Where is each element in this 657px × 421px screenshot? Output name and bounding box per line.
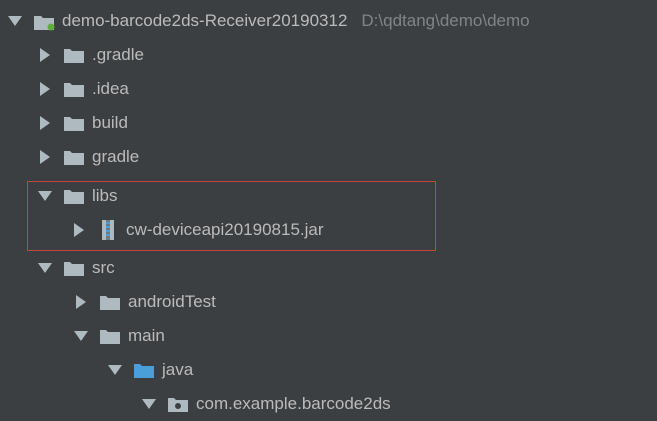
folder-icon bbox=[64, 150, 84, 165]
folder-icon bbox=[64, 261, 84, 276]
folder-icon bbox=[64, 116, 84, 131]
tree-item-label: .gradle bbox=[92, 45, 144, 64]
chevron-down-icon[interactable] bbox=[36, 190, 54, 202]
tree-row-gradle[interactable]: gradle bbox=[0, 140, 657, 174]
source-folder-icon bbox=[134, 363, 154, 378]
tree-row-libs[interactable]: libs bbox=[0, 179, 657, 213]
tree-item-label: com.example.barcode2ds bbox=[196, 394, 391, 413]
folder-icon bbox=[100, 295, 120, 310]
tree-row-package[interactable]: com.example.barcode2ds bbox=[0, 387, 657, 421]
chevron-right-icon[interactable] bbox=[36, 48, 54, 62]
chevron-down-icon[interactable] bbox=[36, 262, 54, 274]
project-tree: demo-barcode2ds-Receiver20190312 D:\qdta… bbox=[0, 0, 657, 421]
tree-row-root[interactable]: demo-barcode2ds-Receiver20190312 D:\qdta… bbox=[0, 4, 657, 38]
tree-row-gradle-dir[interactable]: .gradle bbox=[0, 38, 657, 72]
folder-icon bbox=[100, 329, 120, 344]
tree-item-label: libs bbox=[92, 186, 118, 205]
tree-item-label: java bbox=[162, 360, 194, 379]
tree-item-label: build bbox=[92, 113, 128, 132]
chevron-right-icon[interactable] bbox=[36, 116, 54, 130]
chevron-right-icon[interactable] bbox=[36, 150, 54, 164]
tree-item-label: src bbox=[92, 258, 115, 277]
tree-row-src[interactable]: src bbox=[0, 251, 657, 285]
tree-row-java[interactable]: java bbox=[0, 353, 657, 387]
tree-row-main[interactable]: main bbox=[0, 319, 657, 353]
tree-item-label: androidTest bbox=[128, 292, 216, 311]
folder-icon bbox=[64, 189, 84, 204]
tree-row-jar[interactable]: cw-deviceapi20190815.jar bbox=[0, 213, 657, 247]
tree-row-build[interactable]: build bbox=[0, 106, 657, 140]
project-path: D:\qdtang\demo\demo bbox=[361, 11, 530, 30]
jar-icon bbox=[100, 220, 116, 240]
project-name: demo-barcode2ds-Receiver20190312 bbox=[62, 11, 348, 30]
module-folder-icon bbox=[34, 14, 55, 30]
chevron-right-icon[interactable] bbox=[72, 295, 90, 309]
chevron-right-icon[interactable] bbox=[36, 82, 54, 96]
tree-row-androidtest[interactable]: androidTest bbox=[0, 285, 657, 319]
chevron-down-icon[interactable] bbox=[72, 330, 90, 342]
tree-item-label: cw-deviceapi20190815.jar bbox=[126, 220, 324, 239]
chevron-down-icon[interactable] bbox=[106, 364, 124, 376]
chevron-down-icon[interactable] bbox=[6, 15, 24, 27]
folder-icon bbox=[64, 48, 84, 63]
chevron-right-icon[interactable] bbox=[70, 223, 88, 237]
package-icon bbox=[168, 397, 188, 412]
chevron-down-icon[interactable] bbox=[140, 398, 158, 410]
tree-row-idea[interactable]: .idea bbox=[0, 72, 657, 106]
tree-item-label: .idea bbox=[92, 79, 129, 98]
tree-item-label: main bbox=[128, 326, 165, 345]
folder-icon bbox=[64, 82, 84, 97]
tree-item-label: gradle bbox=[92, 147, 140, 166]
